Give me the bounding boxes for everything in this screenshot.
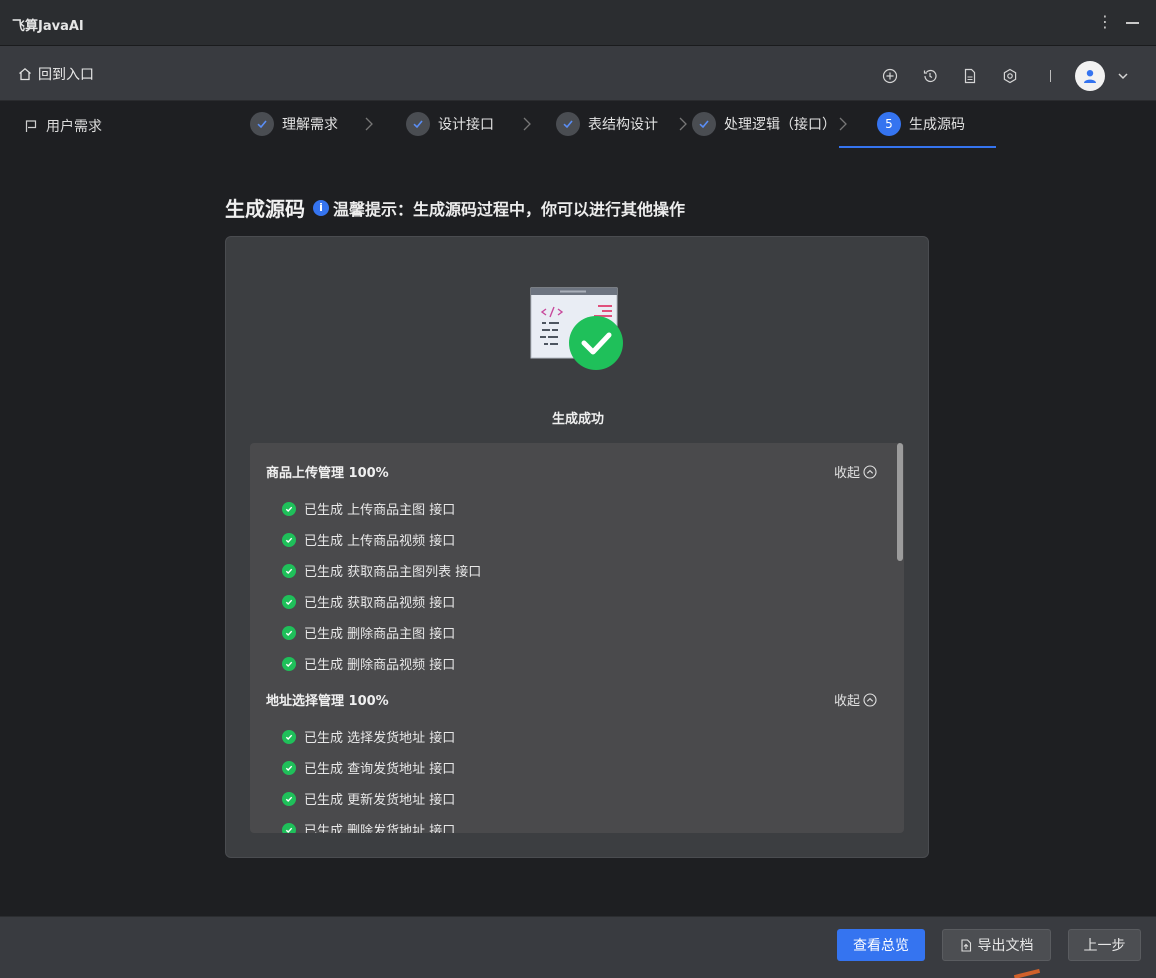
list-item: 已生成 更新发货地址 接口 [282, 789, 455, 808]
step-label: 生成源码 [909, 117, 965, 133]
item-text: 已生成 选择发货地址 接口 [304, 731, 456, 746]
step-understand-requirements[interactable]: 理解需求 [250, 110, 338, 138]
nav-bar: 回到入口 [0, 46, 1156, 101]
list-item: 已生成 删除商品主图 接口 [282, 623, 455, 642]
user-requirement-link[interactable]: 用户需求 [24, 116, 102, 136]
list-item: 已生成 上传商品视频 接口 [282, 530, 455, 549]
document-icon[interactable] [960, 66, 980, 86]
check-icon [556, 112, 580, 136]
item-text: 已生成 获取商品主图列表 接口 [304, 565, 482, 580]
check-circle-icon [282, 625, 296, 640]
check-circle-icon [282, 532, 296, 547]
chevron-up-icon [863, 692, 877, 707]
collapse-label: 收起 [834, 466, 861, 481]
home-icon [19, 67, 31, 81]
item-text: 已生成 删除发货地址 接口 [304, 824, 456, 833]
code-success-illustration [530, 287, 623, 370]
step-label: 表结构设计 [588, 117, 658, 133]
step-label: 处理逻辑（接口） [724, 117, 836, 133]
minimize-icon[interactable] [1126, 22, 1139, 24]
check-icon [406, 112, 430, 136]
tip-text: 温馨提示：生成源码过程中，你可以进行其他操作 [333, 199, 686, 219]
list-item: 已生成 获取商品视频 接口 [282, 592, 455, 611]
list-item: 已生成 删除发货地址 接口 [282, 820, 455, 833]
generated-interfaces-list[interactable]: 商品上传管理 100% 收起 已生成 上传商品主图 接口 已生成 上传商品视频 … [250, 443, 904, 833]
item-text: 已生成 查询发货地址 接口 [304, 762, 456, 777]
more-options-icon[interactable]: ⋮ [1097, 12, 1113, 32]
check-circle-icon [282, 563, 296, 578]
check-circle-icon [282, 760, 296, 775]
check-icon [250, 112, 274, 136]
page-title: 生成源码 [225, 197, 305, 221]
list-item: 已生成 选择发货地址 接口 [282, 727, 455, 746]
list-item: 已生成 删除商品视频 接口 [282, 654, 455, 673]
scrollbar[interactable] [897, 443, 903, 561]
avatar[interactable] [1075, 61, 1105, 91]
item-text: 已生成 获取商品视频 接口 [304, 596, 456, 611]
view-overview-button[interactable]: 查看总览 [837, 929, 925, 961]
previous-step-button[interactable]: 上一步 [1068, 929, 1141, 961]
chevron-right-icon [365, 117, 373, 131]
generation-card: 生成成功 商品上传管理 100% 收起 已生成 上传商品主图 接口 已生成 上传… [225, 236, 929, 858]
item-text: 已生成 更新发货地址 接口 [304, 793, 456, 808]
step-label: 设计接口 [438, 117, 494, 133]
active-step-indicator [839, 146, 996, 148]
footer-bar: 查看总览 导出文档 上一步 [0, 916, 1156, 978]
step-processing-logic[interactable]: 处理逻辑（接口） [692, 110, 836, 138]
chevron-down-icon[interactable] [1117, 70, 1129, 82]
export-file-icon [960, 938, 971, 952]
step-label: 理解需求 [282, 117, 338, 133]
settings-icon[interactable] [1000, 66, 1020, 86]
group-title: 商品上传管理 100% [266, 466, 389, 481]
check-circle-icon [282, 501, 296, 516]
chevron-right-icon [679, 117, 687, 131]
step-generate-source[interactable]: 5 生成源码 [877, 110, 965, 138]
check-circle-icon [282, 656, 296, 671]
item-text: 已生成 删除商品主图 接口 [304, 627, 456, 642]
flag-icon [25, 120, 37, 132]
step-progress: 理解需求 设计接口 表结构设计 处理逻辑（接口） 5 生成源码 [248, 110, 1008, 150]
list-item: 已生成 查询发货地址 接口 [282, 758, 455, 777]
title-bar: 飞算JavaAI ⋮ [0, 0, 1156, 46]
user-icon [1084, 70, 1096, 83]
check-circle-icon [282, 791, 296, 806]
check-circle-icon [282, 729, 296, 744]
export-document-label: 导出文档 [977, 938, 1034, 954]
back-to-entry-button[interactable]: 回到入口 [18, 64, 94, 84]
check-icon [692, 112, 716, 136]
list-item: 已生成 获取商品主图列表 接口 [282, 561, 481, 580]
group-title: 地址选择管理 100% [266, 694, 389, 709]
step-design-interface[interactable]: 设计接口 [406, 110, 494, 138]
collapse-label: 收起 [834, 694, 861, 709]
back-to-entry-label: 回到入口 [38, 67, 94, 83]
item-text: 已生成 删除商品视频 接口 [304, 658, 456, 673]
chevron-right-icon [523, 117, 531, 131]
app-title: 飞算JavaAI [12, 19, 84, 34]
export-document-button[interactable]: 导出文档 [942, 929, 1051, 961]
step-number-badge: 5 [877, 112, 901, 136]
divider [1050, 70, 1051, 82]
history-icon[interactable] [920, 66, 940, 86]
collapse-button[interactable]: 收起 [834, 462, 877, 481]
info-icon: i [313, 199, 329, 216]
chevron-up-icon [863, 464, 877, 479]
add-icon[interactable] [880, 66, 900, 86]
status-text: 生成成功 [551, 412, 604, 427]
page-header: 生成源码 i 温馨提示：生成源码过程中，你可以进行其他操作 [225, 193, 685, 222]
item-text: 已生成 上传商品视频 接口 [304, 534, 456, 549]
list-item: 已生成 上传商品主图 接口 [282, 499, 455, 518]
item-text: 已生成 上传商品主图 接口 [304, 503, 456, 518]
chevron-right-icon [839, 117, 847, 131]
check-circle-icon [282, 594, 296, 609]
user-requirement-label: 用户需求 [46, 119, 102, 135]
step-table-design[interactable]: 表结构设计 [556, 110, 658, 138]
collapse-button[interactable]: 收起 [834, 690, 877, 709]
check-circle-icon [282, 822, 296, 833]
